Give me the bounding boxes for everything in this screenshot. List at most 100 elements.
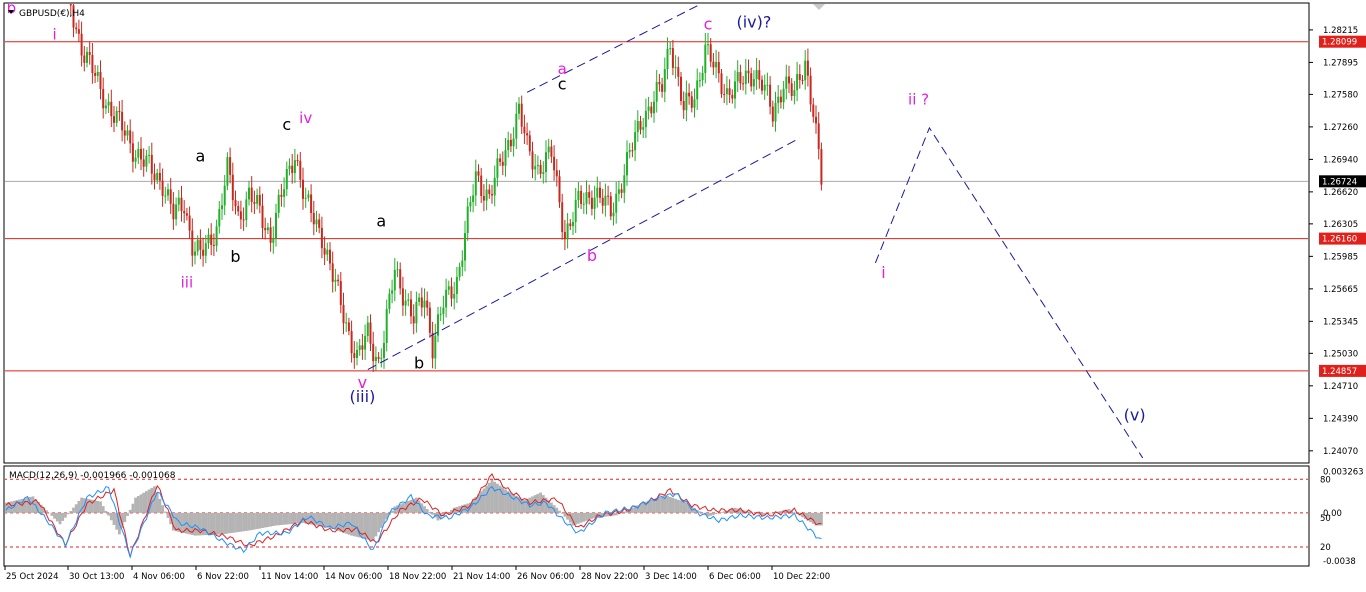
candle-up[interactable]	[734, 81, 736, 98]
candle-down[interactable]	[451, 286, 453, 298]
candle-up[interactable]	[615, 194, 617, 213]
candle-down[interactable]	[351, 331, 353, 353]
candle-down[interactable]	[340, 281, 342, 305]
candle-up[interactable]	[218, 209, 220, 226]
candle-down[interactable]	[788, 77, 790, 84]
candle-down[interactable]	[772, 107, 774, 122]
candle-down[interactable]	[483, 196, 485, 201]
candle-down[interactable]	[240, 211, 242, 219]
candle-up[interactable]	[256, 195, 258, 204]
candle-down[interactable]	[270, 227, 272, 242]
candle-down[interactable]	[807, 61, 809, 76]
candle-down[interactable]	[100, 72, 102, 89]
candle-up[interactable]	[793, 90, 795, 96]
candle-down[interactable]	[78, 29, 80, 34]
candle-down[interactable]	[761, 80, 763, 91]
candle-down[interactable]	[421, 297, 423, 307]
candle-up[interactable]	[469, 202, 471, 206]
candle-down[interactable]	[607, 196, 609, 197]
candle-down[interactable]	[820, 149, 822, 184]
candle-up[interactable]	[685, 93, 687, 110]
candle-down[interactable]	[91, 55, 93, 73]
candle-down[interactable]	[748, 71, 750, 74]
candle-up[interactable]	[326, 250, 328, 255]
candle-up[interactable]	[97, 72, 99, 76]
candle-down[interactable]	[523, 127, 525, 133]
candle-up[interactable]	[359, 345, 361, 350]
candle-down[interactable]	[140, 149, 142, 160]
candle-down[interactable]	[588, 192, 590, 198]
candle-up[interactable]	[442, 307, 444, 313]
candle-down[interactable]	[199, 240, 201, 250]
candle-down[interactable]	[321, 228, 323, 248]
candle-up[interactable]	[448, 286, 450, 289]
candle-up[interactable]	[505, 150, 507, 166]
candle-up[interactable]	[86, 52, 88, 63]
candle-up[interactable]	[667, 49, 669, 69]
candle-up[interactable]	[537, 165, 539, 166]
candle-up[interactable]	[275, 213, 277, 239]
candle-down[interactable]	[213, 245, 215, 246]
candle-down[interactable]	[426, 301, 428, 308]
candle-up[interactable]	[440, 314, 442, 315]
candle-up[interactable]	[248, 188, 250, 200]
candle-up[interactable]	[197, 240, 199, 252]
candle-down[interactable]	[610, 196, 612, 216]
candle-up[interactable]	[613, 213, 615, 217]
candle-up[interactable]	[545, 152, 547, 172]
candle-up[interactable]	[445, 290, 447, 308]
candle-down[interactable]	[94, 73, 96, 76]
candle-up[interactable]	[783, 89, 785, 103]
candle-down[interactable]	[478, 171, 480, 175]
candle-up[interactable]	[135, 158, 137, 162]
candle-up[interactable]	[753, 79, 755, 86]
candle-down[interactable]	[151, 155, 153, 174]
candle-down[interactable]	[313, 213, 315, 224]
candle-down[interactable]	[818, 123, 820, 149]
candle-down[interactable]	[329, 250, 331, 264]
candle-up[interactable]	[283, 189, 285, 197]
candle-down[interactable]	[181, 198, 183, 211]
candle-up[interactable]	[205, 243, 207, 256]
candle-down[interactable]	[810, 76, 812, 105]
candle-up[interactable]	[356, 350, 358, 358]
candle-up[interactable]	[316, 220, 318, 225]
candle-up[interactable]	[669, 48, 671, 49]
candle-up[interactable]	[467, 206, 469, 233]
candle-up[interactable]	[407, 299, 409, 300]
candle-up[interactable]	[515, 114, 517, 139]
candle-up[interactable]	[388, 294, 390, 309]
candle-down[interactable]	[580, 191, 582, 204]
candle-down[interactable]	[553, 157, 555, 171]
candle-down[interactable]	[402, 288, 404, 305]
candle-up[interactable]	[548, 147, 550, 153]
candle-up[interactable]	[575, 200, 577, 222]
candle-up[interactable]	[208, 235, 210, 244]
candle-down[interactable]	[81, 34, 83, 56]
candle-up[interactable]	[785, 77, 787, 89]
candle-down[interactable]	[262, 206, 264, 228]
candle-up[interactable]	[424, 301, 426, 308]
candle-up[interactable]	[634, 132, 636, 150]
candle-up[interactable]	[286, 169, 288, 189]
candle-down[interactable]	[253, 202, 255, 204]
candle-down[interactable]	[159, 173, 161, 181]
candle-down[interactable]	[661, 84, 663, 92]
candle-down[interactable]	[602, 198, 604, 206]
candle-down[interactable]	[812, 104, 814, 116]
candle-up[interactable]	[664, 69, 666, 92]
candle-up[interactable]	[116, 111, 118, 123]
candle-up[interactable]	[715, 62, 717, 67]
candle-up[interactable]	[434, 336, 436, 359]
candle-up[interactable]	[648, 107, 650, 111]
candle-up[interactable]	[386, 309, 388, 343]
candle-up[interactable]	[156, 173, 158, 180]
candle-up[interactable]	[137, 149, 139, 158]
candle-down[interactable]	[124, 130, 126, 135]
candle-up[interactable]	[383, 343, 385, 358]
candle-down[interactable]	[688, 93, 690, 97]
candle-down[interactable]	[259, 195, 261, 206]
candle-down[interactable]	[739, 72, 741, 83]
candle-down[interactable]	[113, 116, 115, 123]
candle-down[interactable]	[324, 248, 326, 254]
